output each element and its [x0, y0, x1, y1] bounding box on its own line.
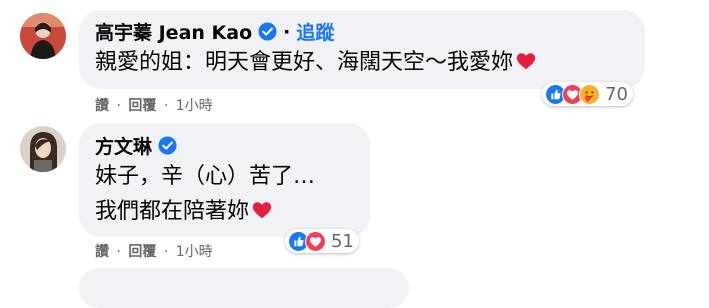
reaction-summary[interactable]: 70	[542, 82, 633, 106]
verified-badge-icon	[158, 136, 177, 155]
comment-line: 我們都在陪著妳	[95, 199, 250, 224]
verified-badge-icon	[258, 22, 277, 41]
like-link[interactable]: 讚	[95, 241, 109, 261]
heart-emoji-icon	[252, 202, 272, 219]
next-comment-bubble	[79, 268, 409, 308]
comment-author-row: 高宇蓁 Jean Kao · 追蹤	[95, 18, 334, 45]
avatar-jean-kao[interactable]	[20, 13, 66, 59]
timestamp-link[interactable]: 1小時	[176, 241, 213, 261]
like-link[interactable]: 讚	[95, 95, 109, 115]
comment-actions: 讚 · 回覆 · 1小時	[95, 95, 213, 115]
reaction-count: 51	[331, 230, 354, 252]
timestamp-link[interactable]: 1小時	[176, 95, 213, 115]
separator-dot: ·	[283, 20, 291, 43]
author-name[interactable]: 方文琳	[95, 132, 152, 159]
reply-link[interactable]: 回覆	[128, 95, 156, 115]
comment-line-row: 我們都在陪著妳	[95, 194, 315, 229]
reaction-count: 70	[605, 83, 628, 105]
comment-actions: 讚 · 回覆 · 1小時	[95, 241, 213, 261]
separator-dot: ·	[116, 98, 121, 114]
avatar-fang-wenlin[interactable]	[20, 126, 66, 172]
reaction-summary[interactable]: 51	[285, 229, 359, 253]
separator-dot: ·	[116, 244, 121, 260]
separator-dot: ·	[163, 244, 169, 260]
comment-author-row: 方文琳	[95, 132, 177, 159]
reply-link[interactable]: 回覆	[128, 241, 156, 261]
comment-line: 親愛的姐：明天會更好、海闊天空～我愛妳	[95, 50, 514, 75]
heart-emoji-icon	[516, 53, 536, 70]
separator-dot: ·	[163, 98, 169, 114]
comment-text: 親愛的姐：明天會更好、海闊天空～我愛妳	[95, 45, 537, 80]
comment-line: 妹子，辛（心）苦了…	[95, 164, 316, 189]
follow-button[interactable]: 追蹤	[296, 18, 334, 45]
care-reaction-icon	[579, 83, 600, 105]
author-name[interactable]: 高宇蓁 Jean Kao	[95, 18, 252, 45]
comment-text: 妹子，辛（心）苦了… 我們都在陪著妳	[95, 159, 315, 229]
love-reaction-icon	[305, 230, 326, 252]
